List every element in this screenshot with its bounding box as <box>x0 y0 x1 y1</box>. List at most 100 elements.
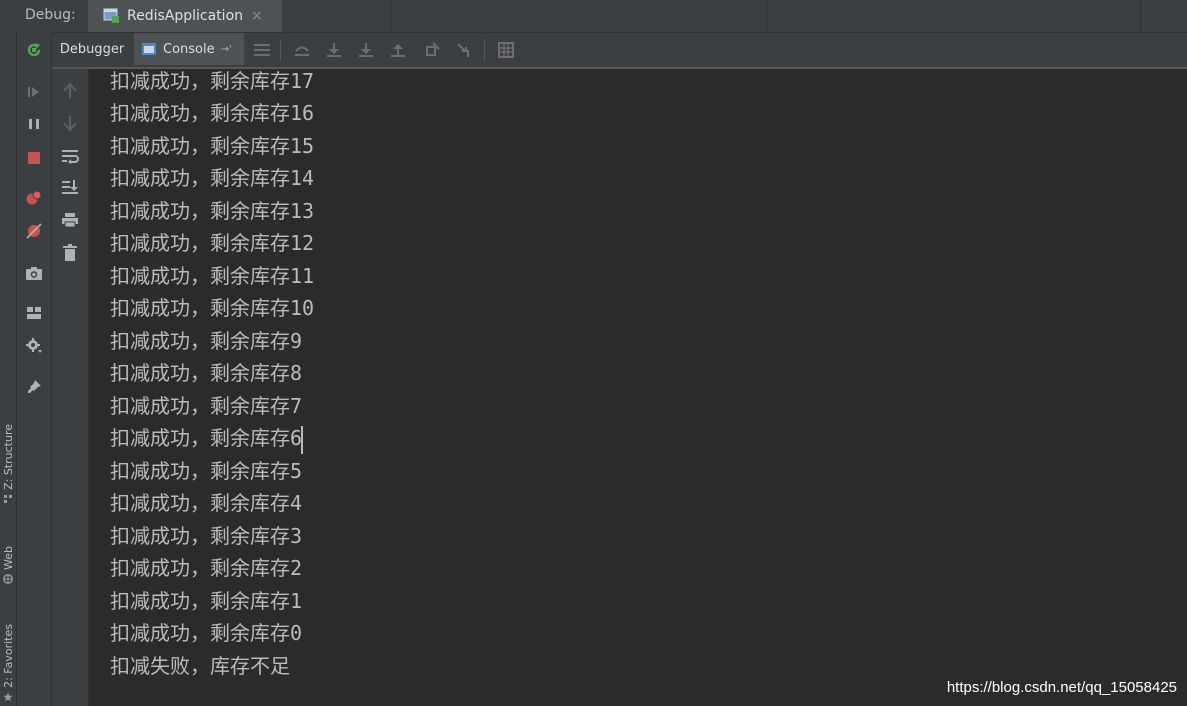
rerun-icon <box>25 41 43 59</box>
structure-tool-tab[interactable]: Z: Structure <box>0 424 17 504</box>
up-button[interactable] <box>60 81 80 101</box>
globe-icon <box>3 574 13 584</box>
debug-actions-column <box>17 32 52 706</box>
settings-button[interactable] <box>24 336 44 356</box>
view-breakpoints-button[interactable] <box>24 188 44 208</box>
application-icon <box>103 8 121 24</box>
resume-icon <box>26 84 42 100</box>
run-config-tab[interactable]: RedisApplication × <box>88 0 282 32</box>
star-icon <box>3 692 13 702</box>
step-out-button[interactable] <box>389 41 407 59</box>
console-line: 扣减成功，剩余库存4 <box>110 487 302 519</box>
console-tab-label: Console <box>163 42 215 57</box>
console-line: 扣减成功，剩余库存13 <box>110 195 314 227</box>
tab-console[interactable]: Console →' <box>134 33 244 65</box>
toolbar-separator <box>280 39 281 61</box>
print-button[interactable] <box>60 210 80 230</box>
console-line: 扣减成功，剩余库存14 <box>110 162 314 194</box>
console-line: 扣减成功，剩余库存8 <box>110 357 302 389</box>
console-line: 扣减成功，剩余库存17 <box>110 65 314 97</box>
rerun-button[interactable] <box>24 40 44 60</box>
step-over-icon <box>326 42 342 58</box>
gear-icon <box>25 337 43 355</box>
stop-icon <box>26 150 42 166</box>
menu-lines-icon <box>254 43 270 57</box>
close-icon[interactable]: × <box>251 8 263 24</box>
layout-icon <box>26 306 42 320</box>
console-line: 扣减成功，剩余库存12 <box>110 227 314 259</box>
pause-icon <box>26 116 42 132</box>
console-line: 扣减成功，剩余库存15 <box>110 130 314 162</box>
debug-toolbar: Debugger Console →' <box>52 33 1187 69</box>
favorites-tool-tab[interactable]: 2: Favorites <box>0 624 17 702</box>
step-over-button[interactable] <box>325 41 343 59</box>
console-line: 扣减成功，剩余库存16 <box>110 97 314 129</box>
console-icon <box>141 41 157 57</box>
tool-window-strip: Z: Structure Web 2: Favorites <box>0 0 17 706</box>
drop-frame-icon <box>424 42 440 58</box>
down-button[interactable] <box>60 113 80 133</box>
pause-button[interactable] <box>24 114 44 134</box>
layout-button[interactable] <box>24 303 44 323</box>
console-line: 扣减成功，剩余库存11 <box>110 260 314 292</box>
soft-wrap-button[interactable] <box>60 146 80 166</box>
run-to-cursor-button[interactable] <box>455 41 473 59</box>
console-line: 扣减成功，剩余库存5 <box>110 455 302 487</box>
mute-breakpoints-icon <box>25 222 43 240</box>
view-breakpoints-icon <box>25 189 43 207</box>
drop-frame-button[interactable] <box>423 41 441 59</box>
console-line: 扣减失败，库存不足 <box>110 650 290 682</box>
console-actions-column <box>52 69 89 706</box>
web-tool-tab[interactable]: Web <box>0 546 17 584</box>
execution-point-icon <box>294 42 310 58</box>
resume-button[interactable] <box>24 82 44 102</box>
console-line-with-caret: 扣减成功，剩余库存6 <box>110 422 303 454</box>
scroll-to-end-button[interactable] <box>60 177 80 197</box>
debugger-tab-label: Debugger <box>60 42 124 57</box>
console-line-text: 扣减成功，剩余库存6 <box>110 426 302 450</box>
trash-icon <box>62 244 78 262</box>
mute-breakpoints-button[interactable] <box>24 221 44 241</box>
pin-icon <box>26 379 42 395</box>
down-arrow-icon <box>63 115 77 131</box>
evaluate-expression-button[interactable] <box>497 41 515 59</box>
scroll-to-end-icon <box>61 179 79 195</box>
step-into-button[interactable] <box>357 41 375 59</box>
web-tab-label: Web <box>2 546 15 570</box>
structure-icon <box>3 494 13 504</box>
stop-button[interactable] <box>24 148 44 168</box>
pin-tab-button[interactable] <box>24 377 44 397</box>
tab-bar-divider <box>390 0 391 32</box>
up-arrow-icon <box>63 83 77 99</box>
console-line: 扣减成功，剩余库存2 <box>110 552 302 584</box>
tab-debugger[interactable]: Debugger <box>52 33 132 65</box>
run-tab-title: RedisApplication <box>127 8 243 24</box>
watermark-url: https://blog.csdn.net/qq_15058425 <box>947 679 1177 696</box>
tab-bar-divider <box>766 0 767 32</box>
table-icon <box>498 42 514 58</box>
clear-all-button[interactable] <box>60 243 80 263</box>
console-line: 扣减成功，剩余库存3 <box>110 520 302 552</box>
console-line: 扣减成功，剩余库存0 <box>110 617 302 649</box>
text-caret <box>301 426 303 454</box>
step-into-icon <box>358 42 374 58</box>
debug-tab-bar: Debug: RedisApplication × <box>16 0 1187 33</box>
printer-icon <box>61 212 79 228</box>
soft-wrap-icon <box>61 148 79 164</box>
favorites-tab-label: 2: Favorites <box>2 624 15 688</box>
console-output[interactable]: 扣减成功，剩余库存17 扣减成功，剩余库存16 扣减成功，剩余库存15 扣减成功… <box>89 69 1187 706</box>
structure-tab-label: Z: Structure <box>2 424 15 490</box>
toolbar-separator <box>484 39 485 61</box>
step-out-icon <box>390 42 406 58</box>
console-line: 扣减成功，剩余库存9 <box>110 325 302 357</box>
run-to-cursor-icon <box>456 42 472 58</box>
console-line: 扣减成功，剩余库存1 <box>110 585 302 617</box>
console-line: 扣减成功，剩余库存7 <box>110 390 302 422</box>
tab-bar-divider <box>1140 0 1141 32</box>
camera-icon <box>25 265 43 281</box>
show-threads-button[interactable] <box>253 41 271 59</box>
show-execution-point-button[interactable] <box>293 41 311 59</box>
snapshot-button[interactable] <box>24 263 44 283</box>
console-line: 扣减成功，剩余库存10 <box>110 292 314 324</box>
console-tab-suffix: →' <box>221 44 232 55</box>
